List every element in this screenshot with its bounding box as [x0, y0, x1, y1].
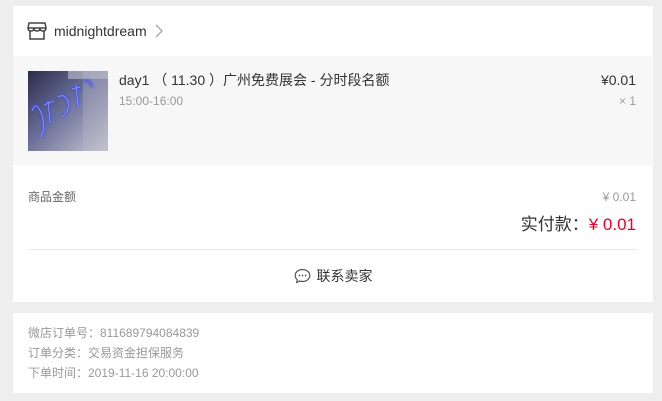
order-category: 订单分类：交易资金担保服务: [28, 346, 185, 360]
product-title[interactable]: day1 （ 11.30 ）广州免费展会 - 分时段名额: [119, 71, 389, 89]
contact-seller-button[interactable]: 联系卖家: [13, 250, 653, 302]
product-thumbnail[interactable]: [28, 71, 108, 151]
product-row[interactable]: day1 （ 11.30 ）广州免费展会 - 分时段名额 15:00-16:00…: [13, 56, 653, 165]
order-time: 下单时间：2019-11-16 20:00:00: [28, 366, 199, 380]
chevron-right-icon[interactable]: [154, 24, 164, 38]
product-price: ¥0.01: [600, 72, 636, 88]
contact-seller-label[interactable]: 联系卖家: [317, 267, 373, 285]
paid-amount-label: 实付款：: [520, 215, 589, 234]
product-quantity: × 1: [618, 94, 636, 108]
order-number: 微店订单号：811689794084839: [28, 326, 200, 340]
chat-icon: [294, 268, 310, 284]
shop-icon: [27, 22, 47, 40]
order-card: midnightdream day1 （ 11.30 ）广州免费展会 - 分时段…: [13, 6, 653, 302]
product-time-slot: 15:00-16:00: [119, 94, 184, 108]
paid-amount: 实付款：¥ 0.01: [521, 214, 636, 236]
goods-amount-value: ¥ 0.01: [602, 190, 636, 204]
order-meta-card: 微店订单号：811689794084839 订单分类：交易资金担保服务 下单时间…: [13, 313, 653, 393]
paid-amount-value: ¥ 0.01: [588, 215, 636, 234]
shop-name[interactable]: midnightdream: [54, 22, 147, 40]
shop-header[interactable]: midnightdream: [13, 6, 653, 56]
goods-amount-label: 商品金额: [28, 190, 77, 204]
